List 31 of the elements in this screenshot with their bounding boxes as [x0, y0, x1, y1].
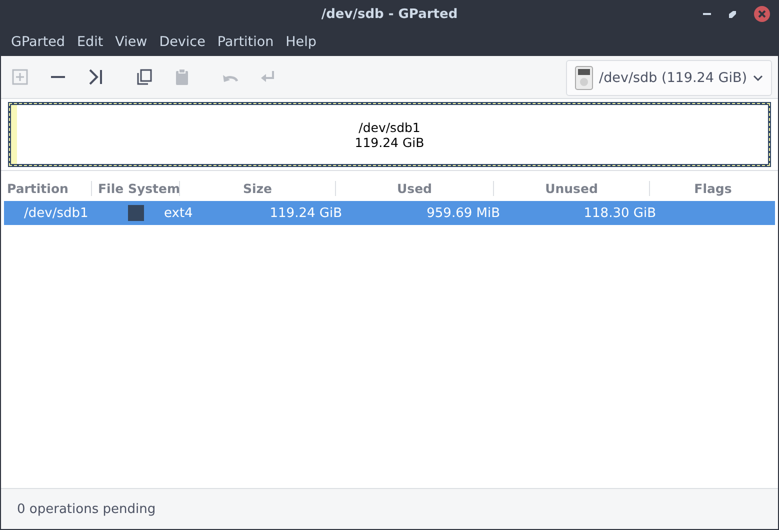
close-icon[interactable]	[754, 6, 770, 22]
table-cell: ext4	[164, 206, 193, 220]
undo-icon	[222, 72, 238, 82]
maximize-icon[interactable]	[729, 10, 736, 18]
table-cell: 959.69 MiB	[426, 206, 500, 220]
device-label: /dev/sdb (119.24 GiB)	[599, 70, 747, 86]
menu-item[interactable]: Edit	[71, 34, 110, 50]
menu-item[interactable]: View	[109, 34, 154, 50]
partition-block[interactable]: /dev/sdb1 119.24 GiB	[8, 102, 771, 167]
column-header[interactable]: Unused	[545, 180, 598, 196]
column-header[interactable]: Partition	[7, 180, 68, 196]
partition-size: 119.24 GiB	[354, 134, 424, 150]
menu-item[interactable]: GParted	[5, 34, 71, 50]
device-selector[interactable]: /dev/sdb (119.24 GiB)	[566, 60, 772, 96]
table-cell: 118.30 GiB	[584, 206, 656, 220]
window-title: /dev/sdb - GParted	[321, 7, 458, 22]
menu-item[interactable]: Partition	[211, 34, 280, 50]
status-text: 0 operations pending	[17, 502, 156, 516]
table-cell: 119.24 GiB	[270, 206, 342, 220]
column-header[interactable]: Flags	[694, 180, 732, 196]
table-cell: /dev/sdb1	[24, 206, 88, 220]
column-header[interactable]: File System	[98, 180, 180, 196]
menu-item[interactable]: Device	[153, 34, 212, 50]
column-header[interactable]: Used	[396, 180, 432, 196]
partition-name: /dev/sdb1	[358, 120, 420, 134]
menu-item[interactable]: Help	[280, 34, 322, 50]
minus-icon	[51, 76, 65, 78]
plus-box-icon	[10, 67, 30, 87]
column-header[interactable]: Size	[242, 180, 272, 196]
minimize-icon[interactable]	[703, 12, 711, 16]
chevron-down-icon	[753, 75, 763, 81]
